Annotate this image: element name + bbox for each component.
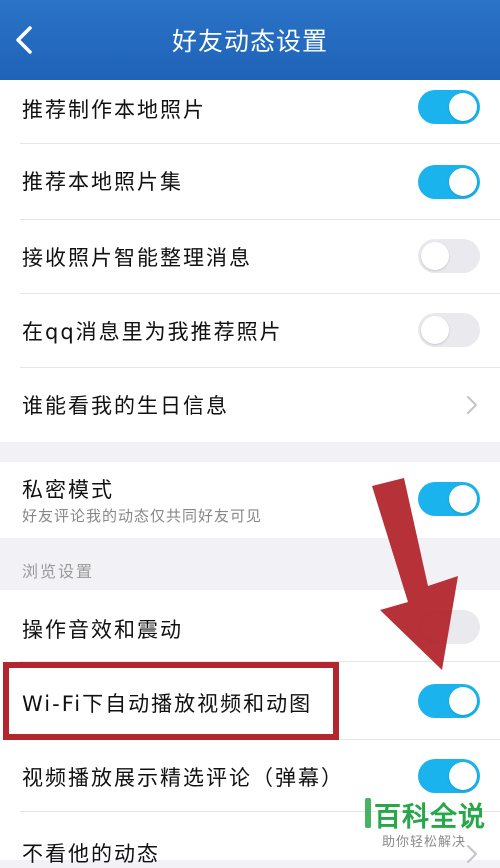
setting-label: 私密模式 (22, 478, 114, 502)
setting-row-recommend-local-albums: 推荐本地照片集 (0, 144, 500, 220)
toggle-knob (421, 242, 449, 270)
setting-row-photo-organize-messages: 接收照片智能整理消息 (0, 220, 500, 294)
setting-row-birthday-visibility[interactable]: 谁能看我的生日信息 (0, 368, 500, 442)
setting-description: 好友评论我的动态仅共同好友可见 (22, 507, 263, 525)
toggle-knob (421, 316, 449, 344)
toggle-knob (449, 687, 477, 715)
setting-row-sound-vibration: 操作音效和震动 (0, 590, 500, 662)
setting-label: Wi-Fi下自动播放视频和动图 (22, 692, 313, 716)
qq-message-recommend-toggle[interactable] (418, 313, 480, 347)
photo-organize-messages-toggle[interactable] (418, 239, 480, 273)
setting-row-recommend-make-local-photos: 推荐制作本地照片 (0, 80, 500, 144)
chevron-right-icon (467, 396, 477, 414)
title-bar: 好友动态设置 (0, 0, 500, 80)
setting-row-wifi-autoplay: Wi-Fi下自动播放视频和动图 (0, 662, 500, 740)
video-comments-toggle[interactable] (418, 759, 480, 793)
toggle-knob (449, 168, 477, 196)
setting-label: 推荐制作本地照片 (22, 98, 206, 122)
setting-label: 操作音效和震动 (22, 618, 183, 642)
toggle-knob (449, 485, 477, 513)
setting-label: 推荐本地照片集 (22, 170, 183, 194)
sound-vibration-toggle[interactable] (418, 610, 480, 644)
setting-label: 在qq消息里为我推荐照片 (22, 320, 283, 344)
private-mode-toggle[interactable] (418, 482, 480, 516)
setting-label: 视频播放展示精选评论（弹幕） (22, 766, 344, 790)
chevron-right-icon (467, 845, 477, 863)
toggle-knob (449, 762, 477, 790)
section-header-browse: 浏览设置 (22, 562, 95, 581)
toggle-knob (421, 613, 449, 641)
wifi-autoplay-toggle[interactable] (418, 684, 480, 718)
watermark-brand: 百科全说 (374, 802, 486, 833)
setting-label: 谁能看我的生日信息 (22, 394, 229, 418)
setting-label: 不看他的动态 (22, 842, 160, 866)
recommend-local-albums-toggle[interactable] (418, 165, 480, 199)
watermark-tagline: 助你轻松解决 (382, 835, 467, 850)
recommend-make-local-photos-toggle[interactable] (418, 90, 480, 124)
setting-row-qq-message-recommend: 在qq消息里为我推荐照片 (0, 294, 500, 368)
setting-row-private-mode: 私密模式 好友评论我的动态仅共同好友可见 (0, 462, 500, 538)
toggle-knob (449, 93, 477, 121)
setting-label: 接收照片智能整理消息 (22, 246, 252, 270)
page-title: 好友动态设置 (171, 27, 328, 56)
